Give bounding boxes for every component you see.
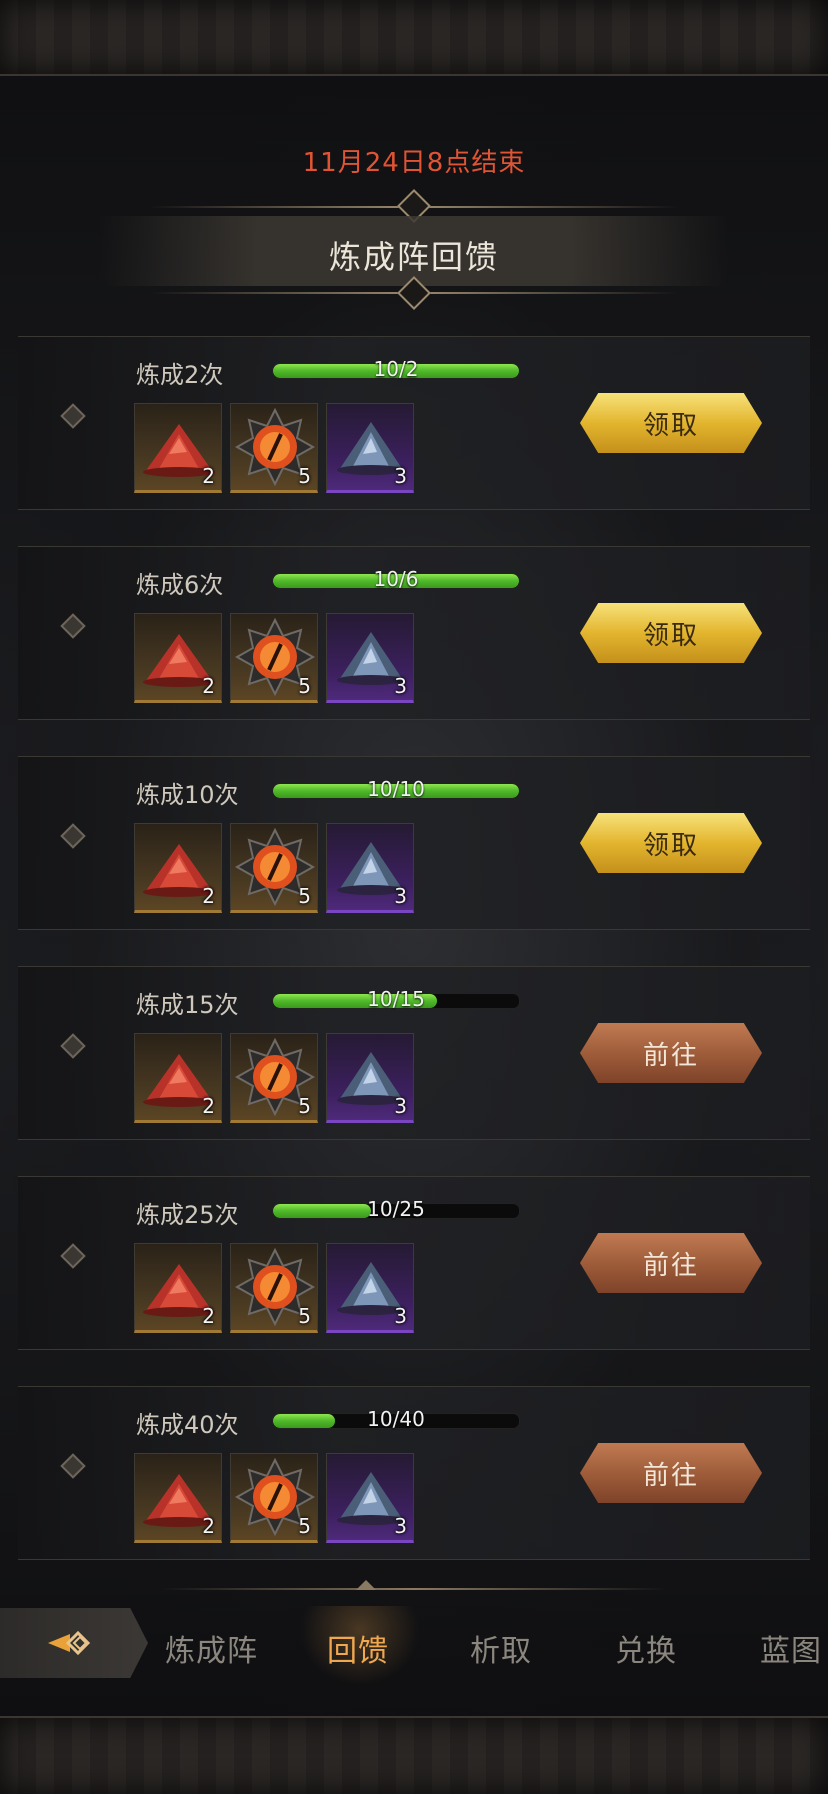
row-diamond-icon [60,1453,86,1479]
reward-item[interactable]: 2 [134,1033,222,1123]
row-diamond-icon [60,823,86,849]
row-diamond-icon [60,403,86,429]
tab-blueprint[interactable]: 蓝图 [760,1626,822,1670]
reward-items: 2 5 3 [134,1243,414,1335]
reward-items: 2 5 3 [134,613,414,705]
reward-item[interactable]: 2 [134,1453,222,1543]
tab-alchemy-array[interactable]: 炼成阵 [165,1626,258,1670]
goto-button[interactable]: 前往 [580,1233,762,1293]
item-count: 3 [394,1304,407,1328]
item-count: 2 [202,674,215,698]
progress-text: 10/25 [367,1197,425,1221]
reward-item[interactable]: 3 [326,823,414,913]
row-diamond-icon [60,613,86,639]
item-count: 3 [394,1514,407,1538]
home-diamond-icon [48,1630,91,1656]
page-title: 炼成阵回馈 [328,238,499,276]
reward-row: 炼成25次 10/25 2 5 3 前往 [18,1176,810,1350]
reward-item[interactable]: 3 [326,1453,414,1543]
claim-button[interactable]: 领取 [580,393,762,453]
progress-text: 10/10 [367,777,425,801]
item-count: 5 [298,1514,311,1538]
reward-item[interactable]: 5 [230,1243,318,1333]
reward-row: 炼成10次 10/10 2 5 3 领取 [18,756,810,930]
reward-row: 炼成2次 10/2 2 5 3 领取 [18,336,810,510]
top-frame [0,0,828,76]
row-title: 炼成15次 [136,991,239,1019]
home-button[interactable] [0,1608,148,1678]
reward-item[interactable]: 2 [134,1243,222,1333]
tab-feedback[interactable]: 回馈 [327,1626,389,1670]
item-count: 3 [394,674,407,698]
row-diamond-icon [60,1033,86,1059]
item-count: 3 [394,884,407,908]
reward-item[interactable]: 5 [230,403,318,493]
item-count: 5 [298,884,311,908]
row-diamond-icon [60,1243,86,1269]
reward-item[interactable]: 2 [134,613,222,703]
title-banner: 炼成阵回馈 [100,189,728,310]
reward-item[interactable]: 2 [134,823,222,913]
reward-row: 炼成40次 10/40 2 5 3 前往 [18,1386,810,1560]
row-title: 炼成40次 [136,1411,239,1439]
tab-extract[interactable]: 析取 [470,1626,532,1670]
item-count: 3 [394,1094,407,1118]
row-title: 炼成10次 [136,781,239,809]
claim-button[interactable]: 领取 [580,813,762,873]
item-count: 5 [298,1094,311,1118]
reward-item[interactable]: 5 [230,613,318,703]
reward-row: 炼成6次 10/6 2 5 3 领取 [18,546,810,720]
bottom-tabbar: 炼成阵 回馈 析取 兑换 蓝图 [0,1600,828,1700]
item-count: 2 [202,1514,215,1538]
reward-items: 2 5 3 [134,823,414,915]
reward-items: 2 5 3 [134,1033,414,1125]
item-count: 2 [202,884,215,908]
row-title: 炼成25次 [136,1201,239,1229]
claim-button[interactable]: 领取 [580,603,762,663]
reward-item[interactable]: 5 [230,1033,318,1123]
reward-items: 2 5 3 [134,403,414,495]
item-count: 2 [202,1304,215,1328]
reward-list[interactable]: 炼成2次 10/2 2 5 3 领取 炼成6次 10/6 2 5 3 领取 炼成10次 10/10 2 5 3 领… [18,336,810,1596]
reward-item[interactable]: 2 [134,403,222,493]
reward-item[interactable]: 3 [326,403,414,493]
progress-text: 10/40 [367,1407,425,1431]
item-count: 5 [298,674,311,698]
reward-item[interactable]: 3 [326,613,414,703]
item-count: 3 [394,464,407,488]
progress-text: 10/2 [373,357,419,381]
reward-item[interactable]: 5 [230,1453,318,1543]
reward-row: 炼成15次 10/15 2 5 3 前往 [18,966,810,1140]
bottom-frame [0,1716,828,1794]
row-title: 炼成6次 [136,571,224,599]
item-count: 5 [298,464,311,488]
item-count: 5 [298,1304,311,1328]
tabbar-divider [160,1588,668,1590]
item-count: 2 [202,464,215,488]
goto-button[interactable]: 前往 [580,1023,762,1083]
goto-button[interactable]: 前往 [580,1443,762,1503]
progress-text: 10/15 [367,987,425,1011]
reward-item[interactable]: 3 [326,1243,414,1333]
item-count: 2 [202,1094,215,1118]
event-deadline: 11月24日8点结束 [302,148,526,178]
row-title: 炼成2次 [136,361,224,389]
tabbar-divider-mark-icon [356,1580,376,1590]
progress-text: 10/6 [373,567,419,591]
reward-items: 2 5 3 [134,1453,414,1545]
tab-exchange[interactable]: 兑换 [615,1626,677,1670]
reward-item[interactable]: 5 [230,823,318,913]
reward-item[interactable]: 3 [326,1033,414,1123]
